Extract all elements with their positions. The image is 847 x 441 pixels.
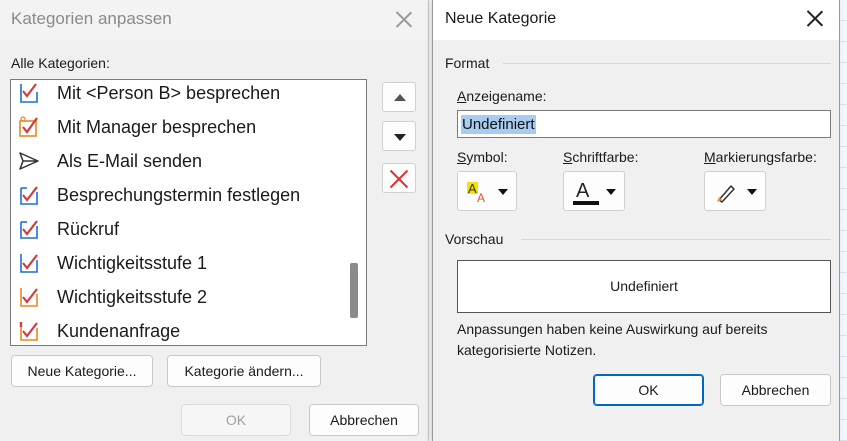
list-item[interactable]: Kundenanfrage [11, 314, 341, 345]
list-scrollbar[interactable] [344, 80, 364, 345]
symbol-aa-icon: A A [467, 181, 485, 204]
delete-x-icon [389, 169, 409, 189]
task-check-icon [19, 322, 38, 341]
task-check-icon [20, 254, 38, 273]
send-arrow-icon [19, 152, 39, 170]
ok-button[interactable]: OK [593, 374, 704, 406]
list-item[interactable]: Mit Manager besprechen [11, 110, 341, 144]
font-color-icon: A [573, 180, 599, 205]
list-item[interactable]: Wichtigkeitsstufe 2 [11, 280, 341, 314]
move-up-button[interactable] [382, 82, 416, 112]
preview-group-line [521, 239, 831, 240]
delete-category-button[interactable] [382, 163, 416, 193]
list-item-label: Als E-Mail senden [57, 151, 203, 171]
symbol-dropdown[interactable]: A A [457, 171, 517, 211]
list-item[interactable]: Als E-Mail senden [11, 144, 341, 178]
customize-categories-dialog: Kategorien anpassen Alle Kategorien: Mit… [0, 0, 429, 441]
dialog-title: Kategorien anpassen [11, 9, 172, 28]
list-item-label: Mit <Person B> besprechen [57, 83, 281, 103]
preview-box: Undefiniert [457, 260, 831, 313]
new-category-button[interactable]: Neue Kategorie... [11, 355, 153, 387]
scrollbar-thumb[interactable] [350, 263, 358, 318]
display-name-label: Anzeigename: [457, 88, 547, 104]
list-item[interactable]: Besprechungstermin festlegen [11, 178, 341, 212]
svg-text:A: A [576, 180, 590, 202]
display-name-value: Undefiniert [461, 115, 536, 134]
highlight-color-dropdown[interactable] [704, 171, 766, 211]
chevron-down-icon [498, 189, 508, 195]
pencil-icon [717, 185, 735, 203]
chevron-down-icon [747, 189, 757, 195]
info-note: Anpassungen haben keine Auswirkung auf b… [457, 321, 768, 358]
change-category-button[interactable]: Kategorie ändern... [167, 355, 321, 387]
move-down-button[interactable] [382, 121, 416, 151]
svg-text:A: A [477, 191, 485, 204]
triangle-down-icon [394, 134, 406, 141]
all-categories-label: Alle Kategorien: [11, 55, 110, 71]
format-group-label: Format [445, 55, 496, 71]
list-item-label: Kundenanfrage [57, 321, 181, 341]
chevron-down-icon [606, 189, 616, 195]
font-color-label: Schriftfarbe: [563, 149, 639, 165]
title-bar: Kategorien anpassen [0, 0, 428, 40]
cancel-button[interactable]: Abbrechen [309, 404, 419, 436]
list-item-label: Wichtigkeitsstufe 2 [57, 287, 208, 307]
ok-button[interactable]: OK [181, 404, 291, 436]
font-color-dropdown[interactable]: A [563, 171, 625, 211]
task-check-icon [20, 288, 38, 307]
list-item-label: Besprechungstermin festlegen [57, 185, 301, 205]
list-item-label: Wichtigkeitsstufe 1 [57, 253, 208, 273]
title-bar: Neue Kategorie [433, 0, 839, 40]
list-item[interactable]: Wichtigkeitsstufe 1 [11, 246, 341, 280]
cancel-button[interactable]: Abbrechen [720, 374, 831, 406]
format-group-line [503, 63, 831, 64]
task-check-icon [20, 220, 38, 239]
list-item-label: Rückruf [57, 219, 120, 239]
highlight-color-label: Markierungsfarbe: [704, 149, 817, 165]
triangle-up-icon [394, 94, 406, 101]
task-check-icon [20, 186, 38, 205]
preview-group-label: Vorschau [445, 231, 510, 247]
list-item[interactable]: Rückruf [11, 212, 341, 246]
close-icon[interactable] [805, 8, 825, 28]
close-icon[interactable] [394, 9, 414, 29]
new-category-dialog: Neue Kategorie Format Anzeigename: Undef… [432, 0, 840, 441]
svg-text:A: A [468, 181, 477, 196]
task-check-icon [19, 116, 38, 137]
list-item[interactable]: Mit <Person B> besprechen [11, 80, 341, 110]
symbol-label: Symbol: [457, 149, 508, 165]
display-name-input[interactable]: Undefiniert [457, 110, 831, 138]
list-item-label: Mit Manager besprechen [57, 117, 257, 137]
task-check-icon [20, 83, 38, 103]
category-list[interactable]: Mit <Person B> besprechen Mit Manager be… [10, 79, 367, 346]
dialog-title: Neue Kategorie [445, 10, 557, 27]
